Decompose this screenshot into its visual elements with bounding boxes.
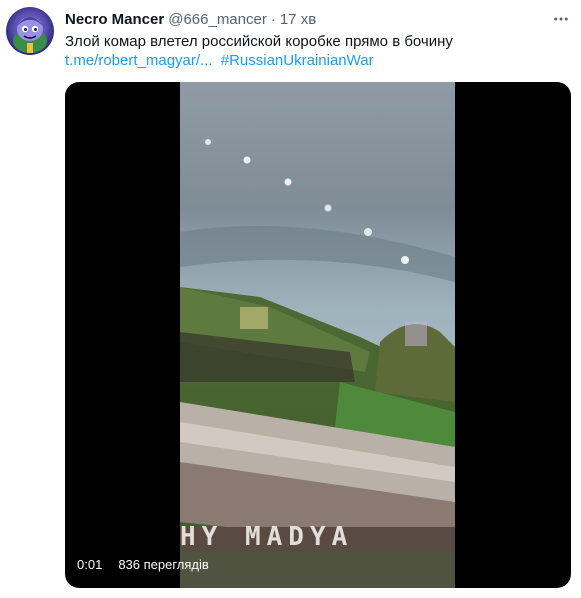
video-overlay: 0:01 836 переглядів bbox=[77, 555, 209, 575]
tweet-header: Necro Mancer @666_mancer · 17 хв bbox=[65, 10, 316, 30]
tweet-card[interactable]: Necro Mancer @666_mancer · 17 хв Злой ко… bbox=[0, 0, 581, 598]
more-horizontal-icon bbox=[554, 17, 568, 21]
author-avatar[interactable] bbox=[6, 7, 54, 55]
tweet-timestamp[interactable]: 17 хв bbox=[280, 10, 316, 30]
author-handle[interactable]: @666_mancer bbox=[168, 10, 267, 30]
video-frame: HY MADYA bbox=[180, 82, 455, 588]
video-elapsed-time: 0:01 bbox=[77, 557, 103, 572]
tweet-links: t.me/robert_magyar/... #RussianUkrainian… bbox=[65, 51, 374, 71]
header-separator: · bbox=[270, 11, 276, 28]
telegram-link[interactable]: t.me/robert_magyar/... bbox=[65, 52, 213, 69]
hashtag-link[interactable]: #RussianUkrainianWar bbox=[221, 52, 374, 69]
video-watermark: HY MADYA bbox=[180, 522, 353, 552]
video-view-count: 836 переглядів bbox=[118, 557, 209, 572]
author-name[interactable]: Necro Mancer bbox=[65, 10, 164, 30]
tweet-text: Злой комар влетел российской коробке пря… bbox=[65, 33, 453, 50]
necromancer-avatar-icon bbox=[13, 17, 47, 53]
more-options-button[interactable] bbox=[548, 8, 574, 30]
video-still-image: HY MADYA bbox=[180, 82, 455, 588]
video-player[interactable]: HY MADYA 0:01 836 переглядів bbox=[65, 82, 571, 588]
